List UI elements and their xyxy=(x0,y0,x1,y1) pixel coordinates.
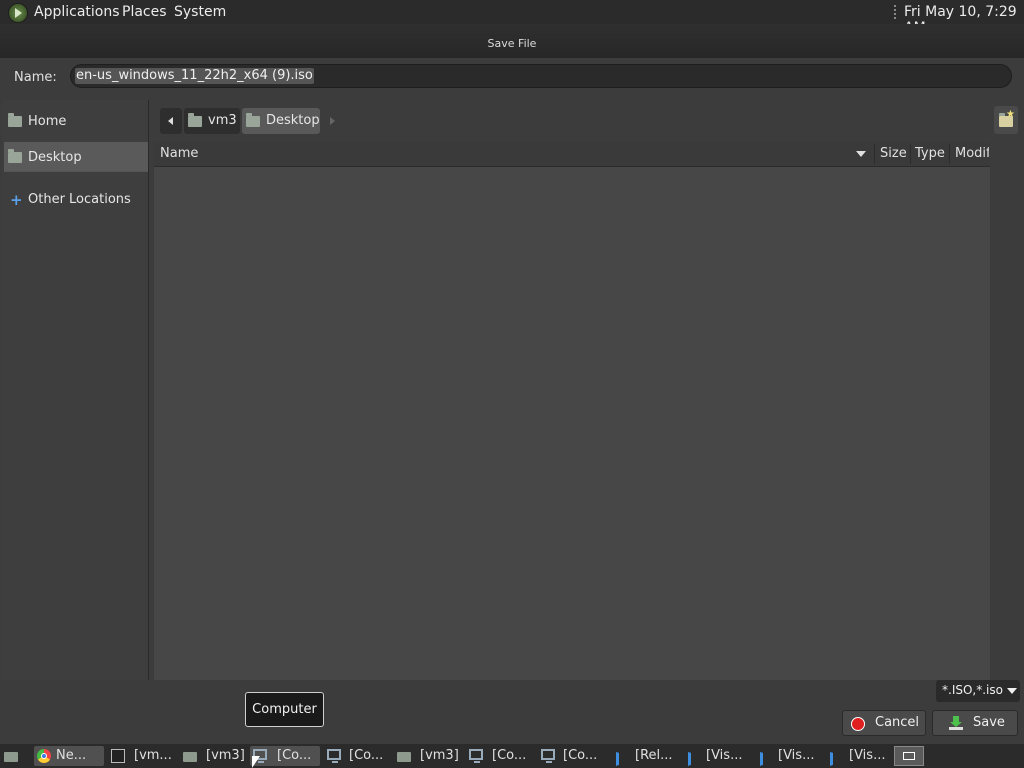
folder-home-icon xyxy=(8,113,22,127)
tooltip: Computer xyxy=(245,692,324,727)
cancel-button[interactable]: Cancel xyxy=(842,710,926,736)
name-label: Name: xyxy=(14,70,57,85)
folder-desktop-icon xyxy=(8,149,22,163)
file-type-filter[interactable]: *.ISO,*.iso xyxy=(936,680,1020,702)
show-desktop-button[interactable] xyxy=(0,746,22,766)
chevron-down-icon xyxy=(1007,688,1017,694)
task-label: [Vis... xyxy=(706,748,743,763)
save-download-icon xyxy=(949,716,963,730)
task-vscode-2[interactable]: [Vis... xyxy=(754,746,820,766)
desktop-icon xyxy=(4,752,18,762)
folder-home-icon xyxy=(188,113,202,127)
folder-desktop-icon xyxy=(246,113,260,127)
task-vscode-1[interactable]: [Vis... xyxy=(682,746,748,766)
column-type[interactable]: Type xyxy=(915,146,945,161)
task-folder-vm3[interactable]: [vm3] xyxy=(180,746,246,766)
applications-menu[interactable]: Applications xyxy=(34,4,120,20)
folder-icon xyxy=(397,752,411,762)
folder-icon xyxy=(183,752,197,762)
vscode-icon xyxy=(613,749,627,763)
save-label: Save xyxy=(973,715,1005,730)
task-folder-vm3-2[interactable]: [vm3] xyxy=(394,746,460,766)
mate-logo-icon[interactable] xyxy=(8,3,28,23)
crumb-label: vm3 xyxy=(208,113,237,128)
sidebar-divider xyxy=(4,171,148,172)
vscode-icon xyxy=(827,749,841,763)
task-terminal[interactable]: [vm... xyxy=(108,746,176,766)
filter-value: *.ISO,*.iso xyxy=(942,683,1003,697)
sidebar-item-desktop[interactable]: Desktop xyxy=(4,142,148,172)
vscode-icon xyxy=(757,749,771,763)
task-vscode-rel[interactable]: [Rel... xyxy=(610,746,678,766)
task-label: [Co... xyxy=(563,748,598,763)
system-menu[interactable]: System xyxy=(174,4,226,20)
column-separator xyxy=(874,144,875,164)
task-computer-3[interactable]: [Co... xyxy=(466,746,532,766)
task-dialog-window[interactable] xyxy=(894,746,924,766)
task-computer-1[interactable]: [Co... xyxy=(250,746,320,766)
task-label: Ne... xyxy=(56,748,87,763)
file-list[interactable]: Name Size Type Modif xyxy=(154,142,990,680)
task-label: [vm... xyxy=(134,748,172,763)
task-label: [Vis... xyxy=(778,748,815,763)
task-label: [vm3] xyxy=(206,748,245,763)
plus-icon: + xyxy=(10,191,23,209)
sidebar-item-other-locations[interactable]: + Other Locations xyxy=(4,184,148,214)
file-name-value[interactable]: en-us_windows_11_22h2_x64 (9).iso xyxy=(75,68,314,84)
cancel-icon xyxy=(851,717,865,731)
sidebar-item-home[interactable]: Home xyxy=(4,106,148,136)
monitor-icon xyxy=(469,749,483,763)
path-crumb-desktop[interactable]: Desktop xyxy=(242,108,320,134)
task-computer-2[interactable]: [Co... xyxy=(324,746,390,766)
sidebar-item-label: Other Locations xyxy=(28,192,131,207)
save-button[interactable]: Save xyxy=(932,710,1018,736)
sidebar-item-label: Desktop xyxy=(28,150,82,165)
column-name[interactable]: Name xyxy=(160,146,198,161)
places-menu[interactable]: Places xyxy=(122,4,167,20)
terminal-icon xyxy=(111,749,125,763)
sort-descending-icon xyxy=(856,151,866,157)
task-chrome[interactable]: Ne... xyxy=(34,746,104,766)
path-crumb-vm3[interactable]: vm3 xyxy=(184,108,240,134)
column-modified[interactable]: Modif xyxy=(955,146,989,161)
column-separator xyxy=(949,144,950,164)
crumb-label: Desktop xyxy=(266,113,320,128)
task-label: [Rel... xyxy=(635,748,673,763)
task-vscode-3[interactable]: [Vis... xyxy=(824,746,890,766)
monitor-icon xyxy=(541,749,555,763)
column-separator xyxy=(910,144,911,164)
list-gutter xyxy=(990,142,1022,680)
column-size[interactable]: Size xyxy=(880,146,907,161)
path-forward-button[interactable] xyxy=(322,108,342,134)
top-panel: Applications Places System Fri May 10, 7… xyxy=(0,0,1024,36)
task-computer-4[interactable]: [Co... xyxy=(538,746,604,766)
file-name-input[interactable]: en-us_windows_11_22h2_x64 (9).iso xyxy=(70,64,1012,88)
taskbar: Ne... [vm... [vm3] [Co... [Co... [vm3] [… xyxy=(0,744,1024,768)
file-list-header: Name Size Type Modif xyxy=(154,142,990,167)
create-folder-button[interactable]: ★ xyxy=(994,106,1018,134)
sidebar-item-label: Home xyxy=(28,114,67,129)
task-label: [vm3] xyxy=(420,748,459,763)
dialog-title: Save File xyxy=(487,37,537,50)
tooltip-text: Computer xyxy=(252,702,317,717)
mouse-cursor-icon xyxy=(252,756,260,768)
star-icon: ★ xyxy=(1006,109,1015,120)
panel-separator xyxy=(894,5,896,19)
save-file-dialog: Save File Name: en-us_windows_11_22h2_x6… xyxy=(0,24,1024,744)
task-label: [Co... xyxy=(492,748,527,763)
task-label: [Co... xyxy=(349,748,384,763)
task-label: [Co... xyxy=(277,748,312,763)
dialog-titlebar[interactable]: Save File xyxy=(0,24,1024,58)
vscode-icon xyxy=(685,749,699,763)
path-back-button[interactable] xyxy=(160,108,182,134)
chrome-icon xyxy=(37,749,51,763)
task-label: [Vis... xyxy=(849,748,886,763)
places-sidebar: Home Desktop + Other Locations xyxy=(2,100,149,680)
cancel-label: Cancel xyxy=(875,715,920,730)
monitor-icon xyxy=(327,749,341,763)
